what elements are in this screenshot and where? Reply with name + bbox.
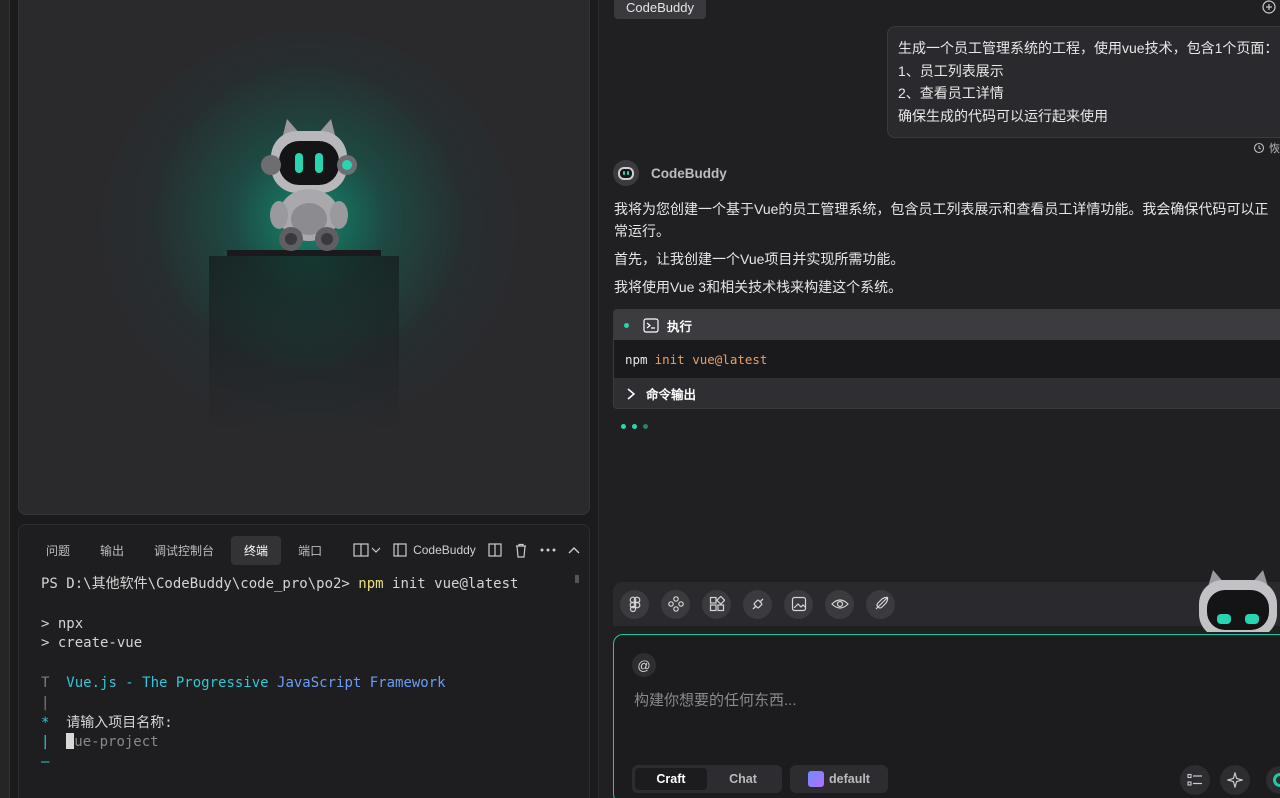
mode-craft[interactable]: Craft	[635, 768, 707, 790]
chat-panel: CodeBuddy 生成一个员工管理系统的工程，使用vue技术，包含1个页面： …	[598, 0, 1280, 798]
question-text: 请输入项目名称:	[66, 714, 173, 731]
banner-framework: JavaScript Framework	[277, 674, 446, 691]
activity-bar	[0, 0, 10, 798]
mode-switch: Craft Chat	[632, 765, 782, 793]
app-root: 问题 输出 调试控制台 终端 端口 CodeBuddy PS D:\其他软件\C…	[0, 0, 1280, 798]
answer-default-text: ue-project	[74, 734, 159, 751]
assistant-header: CodeBuddy	[613, 160, 727, 186]
exec-card-header: 执行	[614, 310, 1280, 340]
exec-command-args: init vue@latest	[654, 351, 768, 367]
terminal-line-answer: | ue-project	[41, 733, 589, 753]
new-chat-icon[interactable]	[1262, 0, 1276, 14]
exec-command-card: 执行 npm init vue@latest 命令输出	[613, 309, 1280, 409]
new-terminal-split-icon[interactable]	[353, 543, 381, 557]
chat-input-box[interactable]: @ 构建你想要的任何东西... Craft Chat default	[613, 634, 1280, 798]
restore-button[interactable]: 恢	[1253, 140, 1280, 156]
assistant-paragraph: 我将使用Vue 3和相关技术栈来构建这个系统。	[614, 279, 903, 295]
send-button[interactable]	[1266, 766, 1280, 794]
banner-vuejs: Vue.js - The Progressive	[66, 674, 278, 691]
exec-command-text: npm init vue@latest	[614, 340, 1280, 378]
terminal-panel: 问题 输出 调试控制台 终端 端口 CodeBuddy PS D:\其他软件\C…	[18, 524, 590, 798]
terminal-line-end: —	[41, 754, 50, 771]
figma-icon[interactable]	[620, 589, 649, 619]
exec-command-name: npm	[625, 351, 648, 367]
assistant-message: 我将为您创建一个基于Vue的员工管理系统，包含员工列表展示和查看员工详情功能。我…	[614, 198, 1280, 304]
command-output-toggle[interactable]: 命令输出	[614, 378, 1280, 408]
task-list-icon[interactable]	[1180, 765, 1210, 795]
typing-indicator	[621, 424, 648, 429]
deploy-rocket-icon[interactable]	[866, 589, 895, 619]
chevron-up-icon[interactable]	[568, 546, 580, 554]
blocks-icon[interactable]	[702, 589, 731, 619]
user-message-line: 1、员工列表展示	[898, 62, 1004, 79]
peeking-robot-icon	[1193, 568, 1280, 638]
prompt-path: PS D:\其他软件\CodeBuddy\code_pro\po2>	[41, 576, 359, 592]
trash-icon[interactable]	[514, 543, 528, 558]
image-icon[interactable]	[784, 589, 813, 619]
mode-chat[interactable]: Chat	[707, 768, 779, 790]
terminal-line-create-vue: > create-vue	[41, 635, 143, 652]
tab-ports[interactable]: 端口	[285, 536, 335, 565]
running-indicator	[624, 322, 629, 328]
chevron-right-icon	[627, 387, 636, 400]
terminal-line-npx: > npx	[41, 615, 84, 632]
user-message: 生成一个员工管理系统的工程，使用vue技术，包含1个页面： 1、员工列表展示 2…	[887, 26, 1280, 138]
preview-eye-icon[interactable]	[825, 589, 854, 619]
command-output-label: 命令输出	[646, 388, 697, 402]
question-marker: *	[41, 714, 67, 731]
codebuddy-tag[interactable]: CodeBuddy	[614, 0, 706, 19]
codebuddy-robot-icon	[249, 115, 369, 255]
assistant-avatar	[613, 160, 639, 186]
shelf-shadow	[209, 256, 399, 436]
model-name: default	[829, 772, 870, 786]
tab-terminal[interactable]: 终端	[231, 535, 282, 565]
components-icon[interactable]	[661, 589, 690, 619]
model-logo-icon	[808, 771, 824, 787]
answer-pipe: |	[41, 734, 67, 751]
assistant-name: CodeBuddy	[651, 165, 727, 181]
more-icon[interactable]	[540, 548, 556, 552]
terminal-line-question: * 请输入项目名称:	[41, 714, 589, 734]
history-icon	[1253, 142, 1265, 154]
user-message-line: 生成一个员工管理系统的工程，使用vue技术，包含1个页面：	[898, 40, 1279, 56]
terminal-instance[interactable]: CodeBuddy	[393, 543, 476, 557]
tab-problems[interactable]: 问题	[33, 536, 83, 565]
chat-toolbar	[613, 582, 1280, 626]
terminal-line-banner: T Vue.js - The Progressive JavaScript Fr…	[41, 674, 589, 694]
terminal-scrollbar[interactable]	[575, 575, 579, 583]
exec-card-title: 执行	[667, 319, 693, 334]
tab-output[interactable]: 输出	[87, 536, 137, 565]
send-icon	[1273, 773, 1280, 787]
terminal-output[interactable]: PS D:\其他软件\CodeBuddy\code_pro\po2> npm i…	[19, 575, 589, 773]
chat-input-placeholder[interactable]: 构建你想要的任何东西...	[634, 689, 797, 710]
terminal-actions: CodeBuddy	[347, 543, 586, 558]
terminal-line-prompt: PS D:\其他软件\CodeBuddy\code_pro\po2> npm i…	[41, 575, 589, 595]
assistant-paragraph: 我将为您创建一个基于Vue的员工管理系统，包含员工列表展示和查看员工详情功能。我…	[614, 201, 1269, 239]
api-icon[interactable]	[743, 589, 772, 619]
assistant-paragraph: 首先，让我创建一个Vue项目并实现所需功能。	[614, 251, 905, 267]
user-message-line: 确保生成的代码可以运行起来使用	[898, 107, 1108, 124]
panel-tab-bar: 问题 输出 调试控制台 终端 端口 CodeBuddy	[19, 525, 589, 575]
user-message-line: 2、查看员工详情	[898, 85, 1004, 101]
command-args: init vue@latest	[383, 576, 519, 592]
command-name: npm	[358, 576, 384, 592]
terminal-line-pipe: |	[41, 694, 50, 711]
model-selector[interactable]: default	[790, 765, 888, 793]
preview-panel	[18, 0, 590, 515]
tab-debug-console[interactable]: 调试控制台	[141, 536, 227, 565]
sparkle-icon[interactable]	[1220, 765, 1250, 795]
banner-prefix: T	[41, 674, 67, 691]
terminal-icon	[643, 317, 659, 333]
terminal-instance-label: CodeBuddy	[413, 543, 476, 557]
split-terminal-icon[interactable]	[488, 543, 502, 557]
restore-label: 恢	[1269, 143, 1280, 155]
mention-button[interactable]: @	[632, 653, 656, 677]
